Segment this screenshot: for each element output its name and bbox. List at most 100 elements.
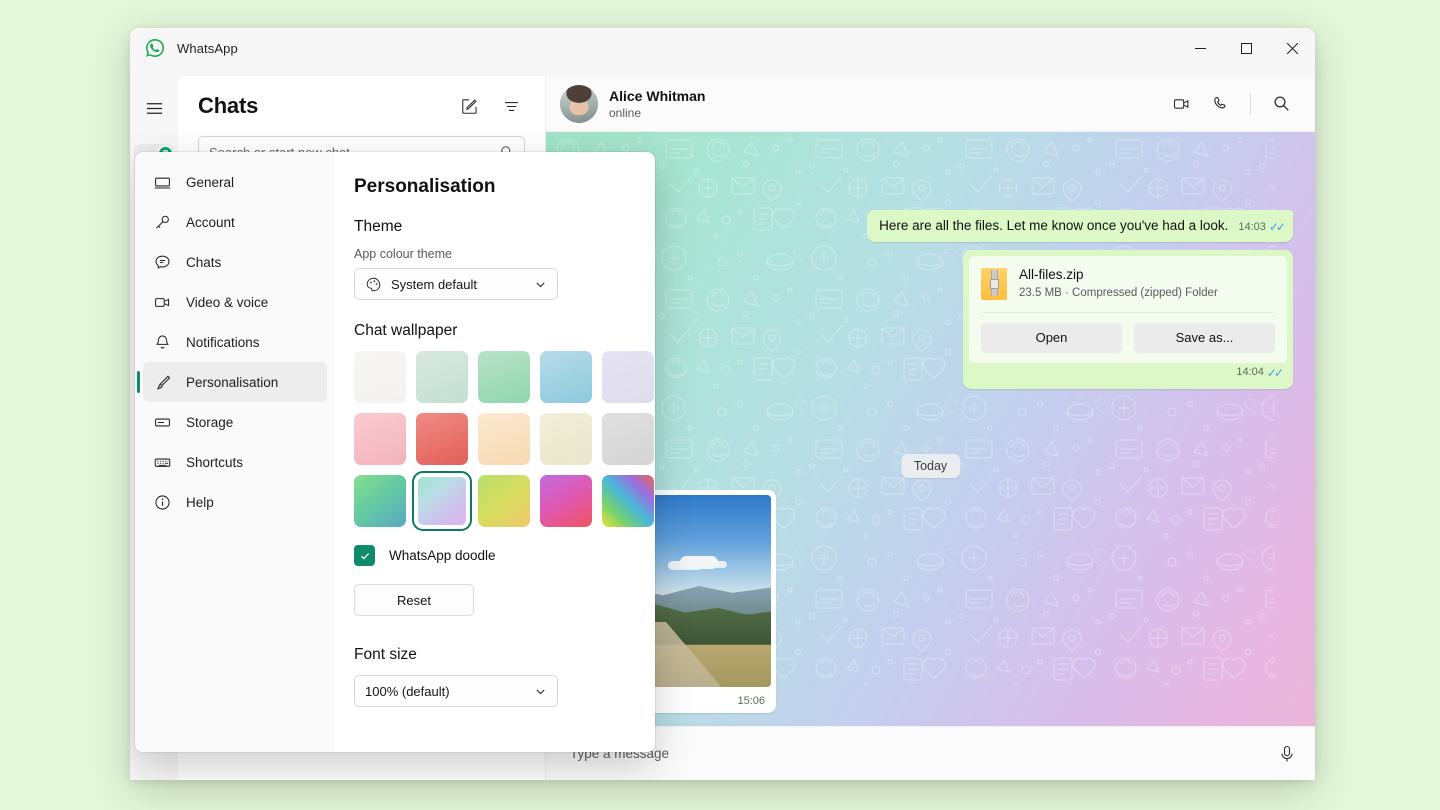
- search-icon: [1273, 95, 1290, 112]
- microphone-icon: [1277, 744, 1297, 764]
- sidebar-item-label: Video & voice: [186, 295, 268, 310]
- open-file-button[interactable]: Open: [981, 323, 1122, 353]
- divider: [1250, 93, 1251, 115]
- keyboard-icon: [153, 453, 172, 472]
- save-as-button[interactable]: Save as...: [1134, 323, 1275, 353]
- checkmark-icon: [359, 550, 371, 562]
- chat-wallpaper-heading: Chat wallpaper: [354, 322, 631, 340]
- wallpaper-swatch-6[interactable]: [416, 413, 468, 465]
- message-meta: 14:04 ✓✓: [1236, 365, 1281, 381]
- new-chat-pencil-icon: [460, 97, 479, 116]
- file-message-bubble[interactable]: All-files.zip 23.5 MB · Compressed (zipp…: [963, 250, 1293, 389]
- wallpaper-swatch-4[interactable]: [602, 351, 654, 403]
- sidebar-item-label: Shortcuts: [186, 455, 243, 470]
- wallpaper-swatch-2[interactable]: [478, 351, 530, 403]
- maximize-button[interactable]: [1223, 28, 1269, 68]
- theme-heading: Theme: [354, 218, 631, 236]
- list-item[interactable]: Ziggy Woodley 9:12: [178, 778, 545, 780]
- hamburger-menu-button[interactable]: [134, 88, 174, 128]
- whatsapp-logo-icon: [142, 35, 168, 61]
- phone-call-icon: [1210, 94, 1230, 114]
- wallpaper-swatch-grid: [354, 351, 631, 527]
- sidebar-item-label: Storage: [186, 415, 233, 430]
- wallpaper-swatch-8[interactable]: [540, 413, 592, 465]
- chevron-down-icon: [534, 278, 547, 291]
- message-list: Here are all the files. Let me know once…: [546, 132, 1315, 726]
- app-colour-theme-value: System default: [391, 277, 477, 292]
- settings-page-title: Personalisation: [354, 176, 631, 198]
- wallpaper-swatch-7[interactable]: [478, 413, 530, 465]
- chevron-down-icon: [534, 685, 547, 698]
- page-title: Chats: [198, 93, 258, 119]
- message-bubble[interactable]: Here are all the files. Let me know once…: [867, 210, 1293, 242]
- video-call-button[interactable]: [1166, 88, 1198, 120]
- wallpaper-swatch-5[interactable]: [354, 413, 406, 465]
- reset-button[interactable]: Reset: [354, 584, 474, 616]
- new-chat-button[interactable]: [453, 90, 485, 122]
- info-icon: [153, 493, 172, 512]
- chat-wallpaper: Here are all the files. Let me know once…: [546, 132, 1315, 726]
- day-divider: Today: [901, 454, 960, 478]
- contact-name: Alice Whitman: [609, 88, 705, 104]
- sidebar-item-account[interactable]: Account: [143, 202, 327, 242]
- settings-content: Personalisation Theme App colour theme S…: [335, 152, 655, 752]
- chat-list-header: Chats: [178, 76, 545, 130]
- whatsapp-doodle-label: WhatsApp doodle: [389, 548, 496, 563]
- whatsapp-window: WhatsApp: [130, 28, 1315, 780]
- zip-file-icon: [981, 268, 1007, 300]
- whatsapp-doodle-row[interactable]: WhatsApp doodle: [354, 545, 631, 566]
- sidebar-item-personalisation[interactable]: Personalisation: [143, 362, 327, 402]
- sidebar-item-general[interactable]: General: [143, 162, 327, 202]
- hamburger-menu-icon: [145, 99, 164, 118]
- wallpaper-swatch-14[interactable]: [602, 475, 654, 527]
- video-call-icon: [1172, 94, 1192, 114]
- message-text: Here are all the files. Let me know once…: [879, 217, 1228, 235]
- sidebar-item-video-voice[interactable]: Video & voice: [143, 282, 327, 322]
- sidebar-item-help[interactable]: Help: [143, 482, 327, 522]
- wallpaper-swatch-12[interactable]: [478, 475, 530, 527]
- conversation-search-button[interactable]: [1265, 88, 1297, 120]
- wallpaper-swatch-1[interactable]: [416, 351, 468, 403]
- palette-icon: [365, 276, 382, 293]
- microphone-button[interactable]: [1277, 744, 1297, 764]
- window-controls: [1177, 28, 1315, 68]
- sidebar-item-label: General: [186, 175, 234, 190]
- paintbrush-icon: [153, 373, 172, 392]
- font-size-value: 100% (default): [365, 684, 450, 699]
- wallpaper-swatch-9[interactable]: [602, 413, 654, 465]
- wallpaper-swatch-10[interactable]: [354, 475, 406, 527]
- wallpaper-swatch-0[interactable]: [354, 351, 406, 403]
- font-size-heading: Font size: [354, 646, 631, 664]
- voice-call-button[interactable]: [1204, 88, 1236, 120]
- filter-icon: [502, 97, 521, 116]
- desktop-background: WhatsApp: [0, 0, 1440, 810]
- message-time: 15:06: [737, 695, 765, 707]
- file-name: All-files.zip: [1019, 266, 1218, 284]
- sidebar-item-shortcuts[interactable]: Shortcuts: [143, 442, 327, 482]
- settings-nav: General Account Chats: [135, 152, 335, 752]
- message-composer[interactable]: Type a message: [546, 726, 1315, 780]
- bell-icon: [153, 333, 172, 352]
- chat-bubble-icon: [153, 253, 172, 272]
- sidebar-item-storage[interactable]: Storage: [143, 402, 327, 442]
- read-receipt-icon: ✓✓: [1269, 219, 1283, 235]
- wallpaper-swatch-11[interactable]: [416, 475, 468, 527]
- close-button[interactable]: [1269, 28, 1315, 68]
- font-size-select[interactable]: 100% (default): [354, 675, 558, 707]
- minimize-button[interactable]: [1177, 28, 1223, 68]
- read-receipt-icon: ✓✓: [1267, 365, 1281, 381]
- filter-chats-button[interactable]: [495, 90, 527, 122]
- storage-icon: [153, 413, 172, 432]
- sidebar-item-chats[interactable]: Chats: [143, 242, 327, 282]
- app-colour-theme-select[interactable]: System default: [354, 268, 558, 300]
- wallpaper-swatch-13[interactable]: [540, 475, 592, 527]
- conversation-panel: Alice Whitman online: [546, 76, 1315, 780]
- sidebar-item-notifications[interactable]: Notifications: [143, 322, 327, 362]
- avatar[interactable]: [560, 85, 598, 123]
- sidebar-item-label: Personalisation: [186, 375, 278, 390]
- key-icon: [153, 213, 172, 232]
- wallpaper-swatch-3[interactable]: [540, 351, 592, 403]
- window-title: WhatsApp: [177, 41, 238, 56]
- whatsapp-doodle-checkbox[interactable]: [354, 545, 375, 566]
- sidebar-item-label: Account: [186, 215, 235, 230]
